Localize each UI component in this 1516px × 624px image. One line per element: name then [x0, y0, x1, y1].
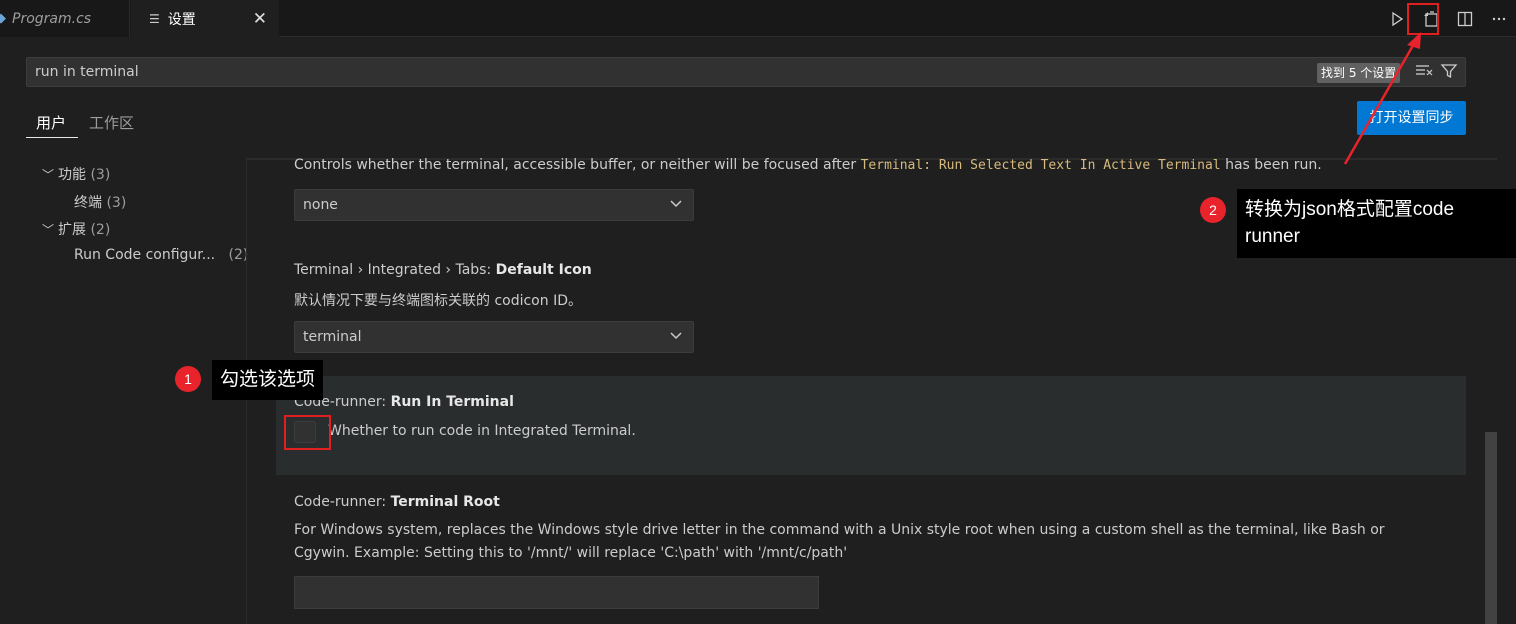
- annotation-arrow: [1343, 32, 1421, 165]
